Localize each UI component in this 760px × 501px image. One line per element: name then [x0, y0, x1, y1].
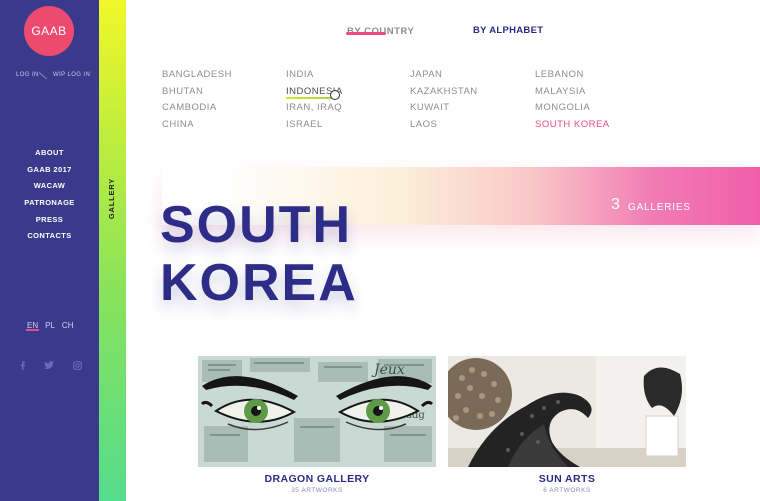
lang-pl[interactable]: PL	[45, 321, 55, 330]
country-malaysia[interactable]: MALAYSIA	[535, 85, 660, 102]
country-japan[interactable]: JAPAN	[410, 68, 535, 85]
gallery-artworks-count: 6 ARTWORKS	[543, 487, 591, 494]
login-separator	[38, 72, 47, 80]
country-title: SOUTH KOREA	[160, 196, 420, 312]
active-tab-indicator	[346, 32, 386, 35]
menu-item-contacts[interactable]: CONTACTS	[0, 231, 99, 248]
country-cambodia[interactable]: CAMBODIA	[162, 101, 286, 118]
country-title-line1: SOUTH	[160, 196, 352, 254]
login-link[interactable]: LOG IN	[16, 72, 39, 78]
facebook-icon[interactable]	[17, 360, 27, 370]
lang-ch[interactable]: CH	[62, 321, 74, 330]
country-china[interactable]: CHINA	[162, 118, 286, 135]
country-iran-iraq[interactable]: IRAN, IRAQ	[286, 101, 410, 118]
country-south-korea[interactable]: SOUTH KOREA	[535, 118, 660, 135]
svg-text:Jeux: Jeux	[371, 362, 405, 378]
gallery-image-eyes[interactable]: Jeux Gadg	[198, 356, 436, 467]
main-menu: ABOUT GAAB 2017 WACAW PATRONAGE PRESS CO…	[0, 148, 99, 248]
country-title-line2: KOREA	[160, 254, 358, 312]
country-mongolia[interactable]: MONGOLIA	[535, 101, 660, 118]
menu-item-about[interactable]: ABOUT	[0, 148, 99, 165]
country-indonesia[interactable]: INDONESIA	[286, 85, 410, 102]
section-label-gallery: GALLERY	[107, 178, 116, 220]
country-bhutan[interactable]: BHUTAN	[162, 85, 286, 102]
country-india[interactable]: INDIA	[286, 68, 410, 85]
gallery-name[interactable]: SUN ARTS	[448, 473, 686, 485]
country-israel[interactable]: ISRAEL	[286, 118, 410, 135]
twitter-icon[interactable]	[44, 360, 54, 370]
instagram-icon[interactable]	[72, 360, 82, 370]
gallery-image-sculptures[interactable]	[448, 356, 686, 467]
gallery-artworks-count: 35 ARTWORKS	[291, 487, 343, 494]
menu-item-press[interactable]: PRESS	[0, 215, 99, 232]
gallery-count: 3	[611, 196, 620, 213]
gallery-name[interactable]: DRAGON GALLERY	[198, 473, 436, 485]
sidebar: GAAB LOG IN WIP LOG IN ABOUT GAAB 2017 W…	[0, 0, 99, 501]
menu-item-gaab-2017[interactable]: GAAB 2017	[0, 165, 99, 182]
lang-en[interactable]: EN	[25, 321, 40, 331]
gradient-strip	[99, 0, 126, 501]
menu-item-wacaw[interactable]: WACAW	[0, 181, 99, 198]
menu-item-patronage[interactable]: PATRONAGE	[0, 198, 99, 215]
country-laos[interactable]: LAOS	[410, 118, 535, 135]
country-kuwait[interactable]: KUWAIT	[410, 101, 535, 118]
country-kazakhstan[interactable]: KAZAKHSTAN	[410, 85, 535, 102]
country-list: BANGLADESH BHUTAN CAMBODIA CHINA INDIA I…	[162, 68, 662, 135]
mouse-cursor-icon	[330, 90, 340, 100]
wip-login-link[interactable]: WIP LOG IN	[53, 72, 90, 78]
country-lebanon[interactable]: LEBANON	[535, 68, 660, 85]
gallery-count-label: GALLERIES	[628, 202, 691, 213]
gallery-card[interactable]: Jeux Gadg DRAGON GALLERY 35 ARTWORKS	[198, 356, 436, 494]
language-switcher: EN PL CH	[25, 321, 74, 331]
country-bangladesh[interactable]: BANGLADESH	[162, 68, 286, 85]
tab-by-alphabet[interactable]: BY ALPHABET	[473, 25, 543, 36]
gaab-logo[interactable]: GAAB	[24, 6, 74, 56]
gallery-card[interactable]: SUN ARTS 6 ARTWORKS	[448, 356, 686, 494]
